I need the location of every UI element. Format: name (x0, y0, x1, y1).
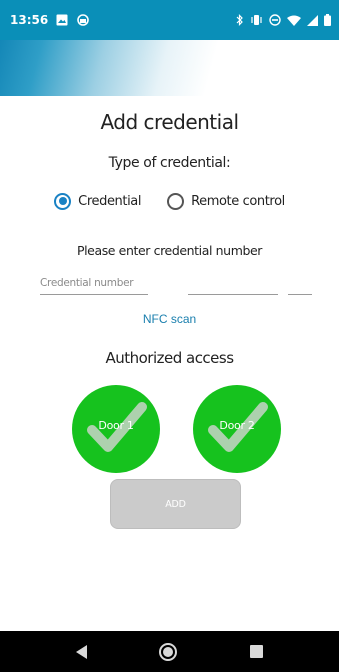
credential-type-label: Type of credential: (108, 155, 231, 171)
credential-number-field (40, 272, 312, 296)
door-2-label: Door 2 (219, 419, 255, 432)
battery-icon (324, 14, 331, 26)
recent-apps-icon[interactable] (249, 645, 263, 658)
credential-number-input[interactable] (40, 272, 312, 294)
radio-remote-control-label: Remote control (191, 193, 285, 209)
bluetooth-icon (236, 14, 244, 26)
navigation-bar (0, 631, 339, 672)
header-banner (0, 40, 339, 96)
home-icon[interactable] (159, 642, 178, 661)
vibrate-icon (250, 14, 263, 26)
underline-gap (148, 294, 188, 295)
door-1-label: Door 1 (98, 419, 134, 432)
radio-credential[interactable]: Credential (54, 192, 142, 210)
radio-checked-icon (54, 192, 72, 210)
signal-icon (307, 14, 318, 26)
back-icon[interactable] (76, 644, 88, 659)
underline-gap (278, 294, 288, 295)
door-1-toggle[interactable]: Door 1 (72, 385, 160, 473)
status-time: 13:56 (10, 13, 49, 27)
do-not-disturb-icon (269, 14, 281, 26)
radio-unchecked-icon (167, 192, 185, 210)
credential-type-group: Credential Remote control (0, 190, 339, 212)
radio-credential-label: Credential (78, 193, 142, 209)
authorized-access-title: Authorized access (105, 349, 234, 367)
add-button[interactable]: ADD (110, 479, 241, 529)
door-2-toggle[interactable]: Door 2 (193, 385, 281, 473)
radio-remote-control[interactable]: Remote control (167, 192, 285, 210)
wifi-icon (287, 15, 301, 26)
status-bar: 13:56 (0, 0, 339, 40)
page-title: Add credential (100, 110, 239, 134)
image-icon (56, 14, 68, 26)
credential-number-prompt: Please enter credential number (76, 243, 263, 258)
nfc-scan-link[interactable]: NFC scan (0, 312, 339, 326)
cloud-sync-icon (76, 14, 90, 26)
